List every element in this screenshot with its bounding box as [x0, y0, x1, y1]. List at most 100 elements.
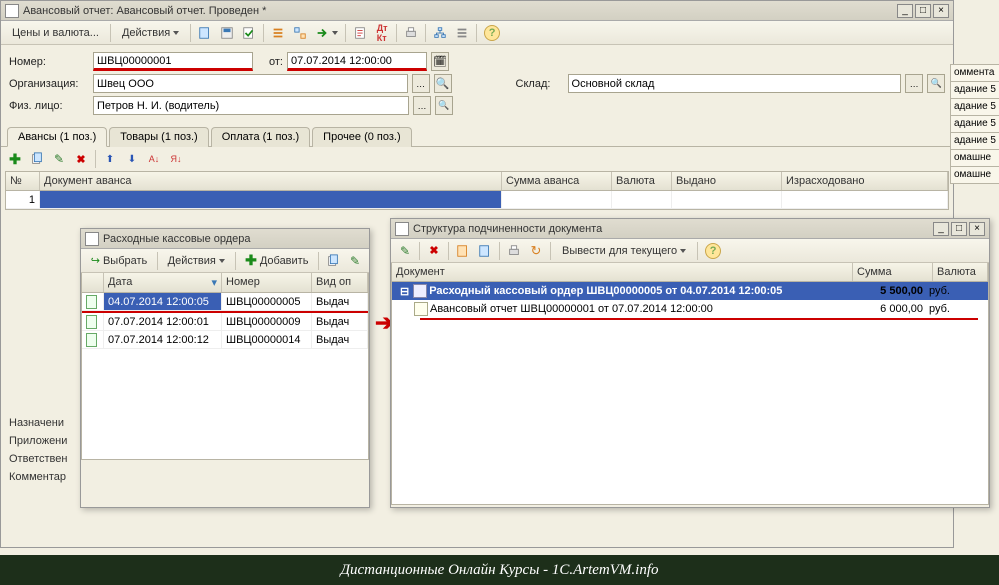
edit-icon[interactable]: ✎ — [345, 251, 365, 271]
structure-icon[interactable] — [430, 23, 450, 43]
person-select-button[interactable]: … — [413, 96, 431, 115]
related-icon[interactable] — [290, 23, 310, 43]
list-item[interactable]: омашне — [950, 149, 999, 167]
orders-actions-dropdown[interactable]: Действия — [162, 251, 231, 271]
help-icon[interactable]: ? — [702, 241, 724, 261]
comment-strip[interactable]: оммента — [950, 64, 999, 82]
add-row-icon[interactable]: ✚ — [5, 149, 25, 169]
org-input[interactable]: Швец ООО — [93, 74, 408, 93]
calendar-icon[interactable]: 🗓 — [431, 52, 449, 71]
table-row[interactable]: 07.07.2014 12:00:12 ШВЦ00000014 Выдач — [82, 331, 368, 349]
list-item[interactable]: адание 5 — [950, 98, 999, 116]
org-label: Организация: — [9, 78, 89, 90]
minimize-button[interactable]: _ — [933, 222, 949, 236]
sort-desc-icon[interactable]: Я↓ — [166, 149, 186, 169]
tree-row-selected[interactable]: ⊟ Расходный кассовый ордер ШВЦ00000005 о… — [392, 282, 988, 300]
table-row[interactable]: 04.07.2014 12:00:05 ШВЦ00000005 Выдач — [82, 293, 368, 311]
org-open-button[interactable]: 🔍 — [434, 74, 452, 93]
row-doc-cell[interactable] — [40, 191, 502, 208]
goto-dropdown[interactable] — [312, 23, 341, 43]
orders-titlebar[interactable]: Расходные кассовые ордера — [81, 229, 369, 249]
tab-other[interactable]: Прочее (0 поз.) — [312, 127, 411, 147]
advances-grid[interactable]: № Документ аванса Сумма аванса Валюта Вы… — [5, 171, 949, 210]
tab-goods[interactable]: Товары (1 поз.) — [109, 127, 208, 147]
number-input[interactable]: ШВЦ00000001 — [93, 52, 253, 71]
sort-asc-icon[interactable]: А↓ — [144, 149, 164, 169]
col-document[interactable]: Документ — [392, 263, 853, 281]
delete-icon[interactable]: ✖ — [424, 241, 444, 261]
posted-icon — [86, 315, 97, 329]
refresh-icon[interactable]: ↻ — [526, 241, 546, 261]
find-in-list-icon[interactable] — [453, 241, 473, 261]
table-row[interactable]: 1 — [6, 191, 948, 209]
posted-icon — [86, 295, 97, 309]
col-sum[interactable]: Сумма — [853, 263, 933, 281]
structure-grid[interactable]: Документ Сумма Валюта ⊟ Расходный кассов… — [391, 263, 989, 505]
grid-toolbar: ✚ ✎ ✖ ⬆ ⬇ А↓ Я↓ — [1, 147, 953, 171]
report-icon[interactable] — [350, 23, 370, 43]
dk-icon[interactable]: ДтКт — [372, 23, 392, 43]
minimize-button[interactable]: _ — [897, 4, 913, 18]
warehouse-label: Склад: — [516, 78, 564, 90]
structure-titlebar[interactable]: Структура подчиненности документа _ □ × — [391, 219, 989, 239]
tab-payment[interactable]: Оплата (1 поз.) — [211, 127, 310, 147]
delete-row-icon[interactable]: ✖ — [71, 149, 91, 169]
close-button[interactable]: × — [933, 4, 949, 18]
move-up-icon[interactable]: ⬆ — [100, 149, 120, 169]
edit-row-icon[interactable]: ✎ — [49, 149, 69, 169]
person-input[interactable]: Петров Н. И. (водитель) — [93, 96, 409, 115]
col-currency[interactable]: Валюта — [612, 172, 672, 190]
print-icon[interactable] — [504, 241, 524, 261]
print-icon[interactable] — [401, 23, 421, 43]
actions-dropdown[interactable]: Действия — [115, 23, 186, 43]
help-icon[interactable]: ? — [481, 23, 503, 43]
col-spent[interactable]: Израсходовано — [782, 172, 948, 190]
movements-icon[interactable] — [268, 23, 288, 43]
list-icon[interactable] — [452, 23, 472, 43]
org-select-button[interactable]: … — [412, 74, 430, 93]
person-open-button[interactable]: 🔍 — [435, 96, 453, 115]
orders-grid[interactable]: Дата ▾ Номер Вид оп 04.07.2014 12:00:05 … — [81, 273, 369, 460]
warehouse-input[interactable]: Основной склад — [568, 74, 902, 93]
list-item[interactable]: адание 5 — [950, 132, 999, 150]
col-date[interactable]: Дата ▾ — [104, 273, 222, 292]
col-issued[interactable]: Выдано — [672, 172, 782, 190]
copy-row-icon[interactable] — [27, 149, 47, 169]
date-input[interactable]: 07.07.2014 12:00:00 — [287, 52, 427, 71]
structure-toolbar: ✎ ✖ ↻ Вывести для текущего ? — [391, 239, 989, 263]
col-type[interactable]: Вид оп — [312, 273, 368, 292]
maximize-button[interactable]: □ — [951, 222, 967, 236]
select-button[interactable]: ↪Выбрать — [85, 251, 153, 271]
new-icon[interactable] — [195, 23, 215, 43]
warehouse-open-button[interactable]: 🔍 — [927, 74, 945, 93]
task-strip: оммента адание 5 адание 5 адание 5 адани… — [950, 64, 999, 183]
close-button[interactable]: × — [969, 222, 985, 236]
collapse-icon[interactable]: ⊟ — [400, 285, 409, 298]
comment-label: Комментар — [9, 471, 67, 489]
from-label: от: — [263, 56, 283, 68]
list-item[interactable]: адание 5 — [950, 115, 999, 133]
edit-icon[interactable]: ✎ — [395, 241, 415, 261]
col-document[interactable]: Документ аванса — [40, 172, 502, 190]
col-number[interactable]: № — [6, 172, 40, 190]
table-row[interactable]: 07.07.2014 12:00:01 ШВЦ00000009 Выдач — [82, 313, 368, 331]
warehouse-select-button[interactable]: … — [905, 74, 923, 93]
col-number[interactable]: Номер — [222, 273, 312, 292]
list-item[interactable]: омашне — [950, 166, 999, 184]
post-icon[interactable] — [239, 23, 259, 43]
list-item[interactable]: адание 5 — [950, 81, 999, 99]
move-down-icon[interactable]: ⬇ — [122, 149, 142, 169]
copy-icon[interactable] — [323, 251, 343, 271]
col-currency[interactable]: Валюта — [933, 263, 988, 281]
maximize-button[interactable]: □ — [915, 4, 931, 18]
col-sum[interactable]: Сумма аванса — [502, 172, 612, 190]
find-in-tree-icon[interactable] — [475, 241, 495, 261]
grid-empty-area[interactable] — [82, 349, 368, 459]
tab-advances[interactable]: Авансы (1 поз.) — [7, 127, 107, 147]
add-button[interactable]: ✚Добавить — [240, 251, 315, 271]
output-current-dropdown[interactable]: Вывести для текущего — [555, 241, 693, 261]
prices-currency-button[interactable]: Цены и валюта... — [5, 23, 106, 43]
save-icon[interactable] — [217, 23, 237, 43]
main-titlebar[interactable]: Авансовый отчет: Авансовый отчет. Провед… — [1, 1, 953, 21]
tree-row[interactable]: Авансовый отчет ШВЦ00000001 от 07.07.201… — [392, 300, 988, 318]
